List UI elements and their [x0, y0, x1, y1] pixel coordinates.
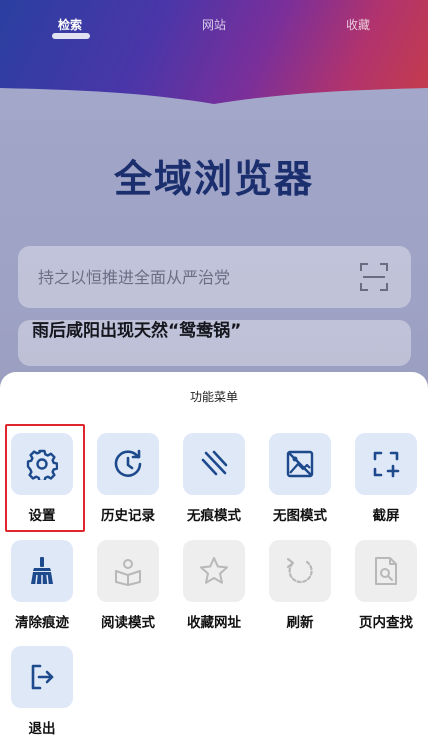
- gear-icon: [26, 449, 58, 480]
- news-card[interactable]: 雨后咸阳出现天然“鸳鸯锅”: [18, 320, 411, 366]
- screenshot-tile[interactable]: [355, 433, 417, 495]
- bookmark-tile[interactable]: [183, 540, 245, 602]
- find-in-page-icon: [375, 557, 397, 585]
- menu-item-reader-mode[interactable]: 阅读模式: [93, 540, 163, 635]
- menu-item-exit[interactable]: 退出: [7, 646, 77, 741]
- menu-item-label: 退出: [28, 721, 56, 737]
- menu-item-label: 页内查找: [359, 615, 413, 631]
- menu-item-history[interactable]: 历史记录: [93, 433, 163, 528]
- menu-item-label: 收藏网址: [187, 615, 241, 631]
- menu-item-label: 历史记录: [101, 508, 155, 524]
- menu-item-label: 截屏: [372, 508, 400, 524]
- no-image-icon: [286, 450, 314, 478]
- tab-active-indicator: [52, 33, 90, 39]
- brand-title: 全域浏览器: [113, 157, 314, 201]
- menu-title: 功能菜单: [189, 390, 238, 404]
- menu-item-bookmark[interactable]: 收藏网址: [179, 540, 249, 635]
- menu-item-no-image[interactable]: 无图模式: [265, 433, 335, 528]
- search-box[interactable]: [18, 246, 411, 308]
- incognito-tile[interactable]: [183, 433, 245, 495]
- menu-item-label: 无痕模式: [187, 508, 241, 524]
- menu-item-label: 清除痕迹: [15, 615, 69, 631]
- menu-item-label: 刷新: [286, 615, 314, 631]
- scan-icon[interactable]: [359, 262, 389, 292]
- top-tabs: 检索 网站 收藏: [0, 16, 428, 46]
- menu-item-screenshot[interactable]: 截屏: [351, 433, 421, 528]
- refresh-icon: [286, 557, 313, 584]
- broom-icon: [31, 557, 53, 585]
- menu-item-find-in-page[interactable]: 页内查找: [351, 540, 421, 635]
- find-in-page-tile[interactable]: [355, 540, 417, 602]
- history-icon: [114, 449, 142, 477]
- screenshot-icon: [373, 451, 400, 478]
- tab-search[interactable]: 检索: [58, 16, 82, 33]
- news-headline[interactable]: 雨后咸阳出现天然“鸳鸯锅”: [32, 320, 241, 342]
- history-tile[interactable]: [97, 433, 159, 495]
- menu-item-settings[interactable]: 设置: [7, 433, 77, 528]
- star-icon: [200, 557, 228, 584]
- reader-mode-tile[interactable]: [97, 540, 159, 602]
- incognito-icon: [201, 450, 228, 476]
- tab-favorites[interactable]: 收藏: [346, 16, 370, 33]
- tab-websites[interactable]: 网站: [202, 16, 226, 33]
- refresh-tile[interactable]: [269, 540, 331, 602]
- search-input[interactable]: [38, 246, 358, 308]
- reader-icon: [115, 559, 141, 586]
- exit-icon: [31, 664, 54, 690]
- menu-item-label: 无图模式: [273, 508, 327, 524]
- menu-item-label: 设置: [28, 508, 56, 524]
- exit-tile[interactable]: [11, 646, 73, 708]
- clear-traces-tile[interactable]: [11, 540, 73, 602]
- no-image-tile[interactable]: [269, 433, 331, 495]
- menu-item-incognito[interactable]: 无痕模式: [179, 433, 249, 528]
- menu-item-label: 阅读模式: [101, 615, 155, 631]
- settings-tile[interactable]: [11, 433, 73, 495]
- menu-item-refresh[interactable]: 刷新: [265, 540, 335, 635]
- menu-item-clear-traces[interactable]: 清除痕迹: [7, 540, 77, 635]
